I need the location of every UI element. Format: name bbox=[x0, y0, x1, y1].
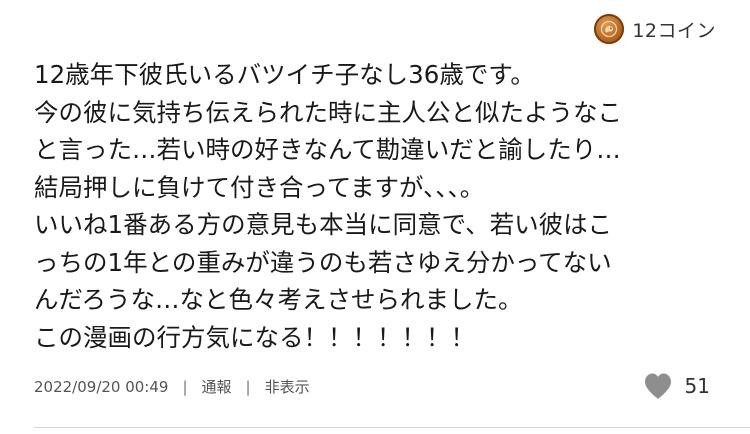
coin-icon bbox=[594, 14, 625, 44]
coin-badge: 12コイン bbox=[594, 14, 716, 44]
coin-count-label: 12コイン bbox=[632, 19, 716, 42]
comment-timestamp: 2022/09/20 00:49 bbox=[34, 377, 169, 396]
comment-card: 12コイン 12歳年下彼氏いるバツイチ子なし36歳です。 今の彼に気持ち伝えられ… bbox=[0, 0, 750, 434]
hide-link[interactable]: 非表示 bbox=[265, 376, 310, 397]
report-link[interactable]: 通報 bbox=[202, 376, 232, 397]
meta-separator: | bbox=[182, 377, 188, 396]
heart-icon[interactable] bbox=[643, 372, 673, 400]
comment-line: 今の彼に気持ち伝えられた時に主人公と似たようなこ bbox=[34, 97, 622, 127]
comment-meta: 2022/09/20 00:49 | 通報 | 非表示 bbox=[34, 376, 310, 397]
comment-line: この漫画の行方気になる！！！！！！！ bbox=[34, 322, 475, 352]
comment-line: いいね1番ある方の意見も本当に同意で、若い彼はこ bbox=[34, 210, 613, 239]
comment-line: っちの1年との重みが違うのも若さゆえ分かってない bbox=[34, 247, 612, 277]
comment-text: 12歳年下彼氏いるバツイチ子なし36歳です。 今の彼に気持ち伝えられた時に主人公… bbox=[34, 56, 724, 356]
comment-line: と言った…若い時の好きなんて勘違いだと諭したり… bbox=[34, 135, 621, 164]
comment-line: 結局押しに負けて付き合ってますが、、、。 bbox=[34, 172, 485, 202]
comment-line: んだろうな…なと色々考えさせられました。 bbox=[34, 285, 523, 314]
divider bbox=[34, 427, 750, 428]
comment-line: 12歳年下彼氏いるバツイチ子なし36歳です。 bbox=[34, 60, 535, 89]
like-count: 51 bbox=[684, 374, 710, 398]
meta-separator: | bbox=[245, 377, 251, 396]
like-button[interactable]: 51 bbox=[643, 372, 710, 400]
